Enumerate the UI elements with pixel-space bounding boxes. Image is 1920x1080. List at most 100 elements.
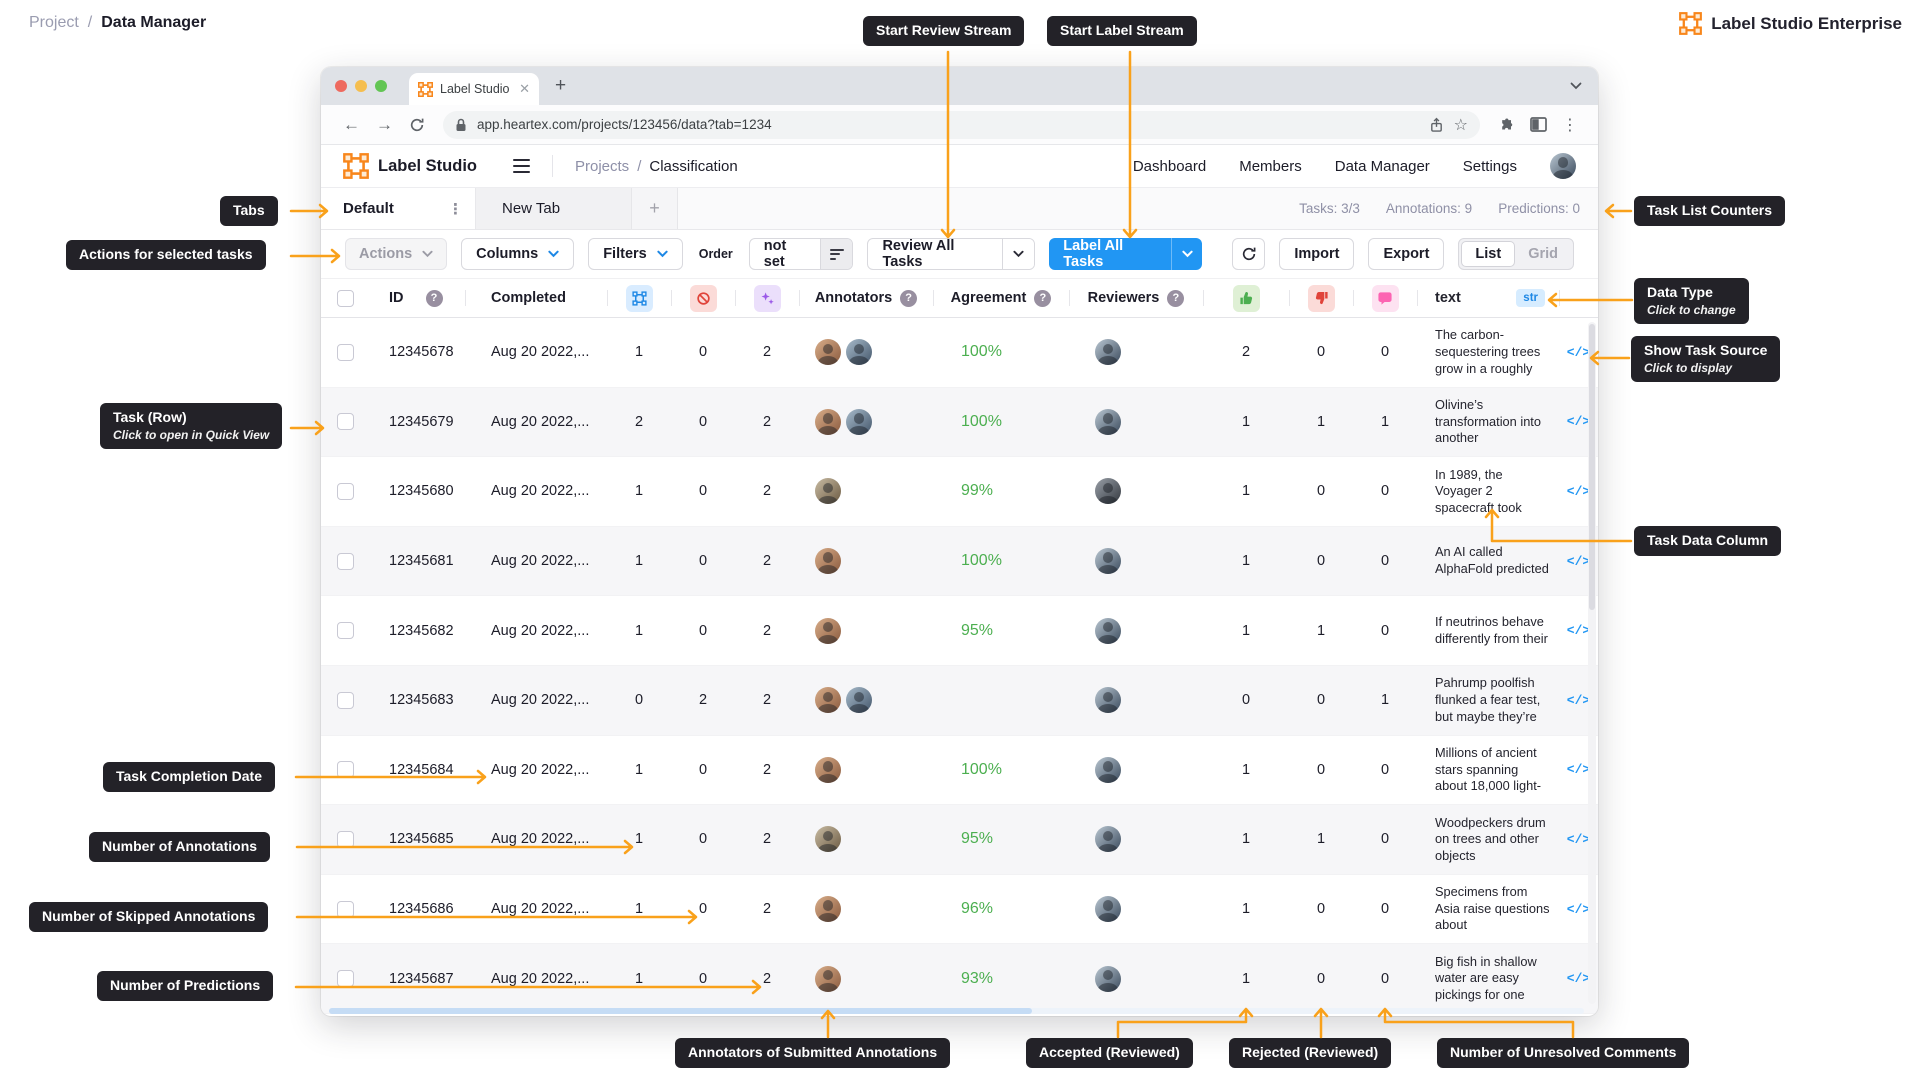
- table-row[interactable]: 12345680 Aug 20 2022,... 1 0 2 99% 1 0 0…: [321, 457, 1598, 527]
- side-panel-icon[interactable]: [1530, 117, 1547, 132]
- label-all-tasks-button[interactable]: Label All Tasks: [1049, 238, 1171, 270]
- avatar[interactable]: [1095, 966, 1121, 992]
- nav-data-manager[interactable]: Data Manager: [1335, 158, 1430, 175]
- label-options-chevron[interactable]: [1171, 238, 1202, 270]
- avatar[interactable]: [815, 618, 841, 644]
- list-view-button[interactable]: List: [1461, 241, 1515, 267]
- task-source-icon[interactable]: </>: [1567, 345, 1590, 360]
- col-agreement[interactable]: Agreement: [951, 290, 1027, 306]
- forward-icon[interactable]: →: [376, 115, 393, 135]
- order-value[interactable]: not set: [750, 239, 820, 269]
- extensions-icon[interactable]: [1498, 116, 1515, 133]
- minimize-window-icon[interactable]: [355, 80, 367, 92]
- row-checkbox[interactable]: [337, 831, 354, 848]
- task-source-icon[interactable]: </>: [1567, 554, 1590, 569]
- col-text[interactable]: text: [1435, 289, 1461, 308]
- data-type-badge[interactable]: str: [1516, 289, 1545, 308]
- table-row[interactable]: 12345681 Aug 20 2022,... 1 0 2 100% 1 0 …: [321, 527, 1598, 597]
- rejected-column-icon[interactable]: [1308, 285, 1335, 312]
- back-icon[interactable]: ←: [343, 115, 360, 135]
- sort-direction-button[interactable]: [820, 239, 852, 269]
- nav-members[interactable]: Members: [1239, 158, 1302, 175]
- row-checkbox[interactable]: [337, 553, 354, 570]
- avatar[interactable]: [1095, 618, 1121, 644]
- row-checkbox[interactable]: [337, 413, 354, 430]
- avatar[interactable]: [1095, 687, 1121, 713]
- grid-view-button[interactable]: Grid: [1515, 246, 1571, 262]
- avatar[interactable]: [815, 409, 841, 435]
- row-checkbox[interactable]: [337, 344, 354, 361]
- task-source-icon[interactable]: </>: [1567, 902, 1590, 917]
- avatar[interactable]: [1095, 548, 1121, 574]
- col-completed[interactable]: Completed: [491, 290, 566, 306]
- select-all-checkbox[interactable]: [337, 290, 354, 307]
- table-row[interactable]: 12345682 Aug 20 2022,... 1 0 2 95% 1 1 0…: [321, 596, 1598, 666]
- table-row[interactable]: 12345686 Aug 20 2022,... 1 0 2 96% 1 0 0…: [321, 875, 1598, 945]
- task-source-icon[interactable]: </>: [1567, 623, 1590, 638]
- table-row[interactable]: 12345684 Aug 20 2022,... 1 0 2 100% 1 0 …: [321, 736, 1598, 806]
- predictions-column-icon[interactable]: [754, 285, 781, 312]
- import-button[interactable]: Import: [1279, 238, 1354, 270]
- avatar[interactable]: [815, 896, 841, 922]
- col-reviewers[interactable]: Reviewers: [1088, 290, 1160, 306]
- add-tab-button[interactable]: +: [632, 188, 678, 229]
- col-id[interactable]: ID: [389, 290, 404, 306]
- share-icon[interactable]: [1429, 117, 1444, 133]
- reload-icon[interactable]: [409, 117, 425, 133]
- row-checkbox[interactable]: [337, 622, 354, 639]
- breadcrumb-parent[interactable]: Project: [29, 14, 79, 32]
- new-tab-icon[interactable]: +: [555, 75, 566, 97]
- avatar[interactable]: [815, 687, 841, 713]
- task-source-icon[interactable]: </>: [1567, 484, 1590, 499]
- window-controls[interactable]: [335, 80, 387, 92]
- bookmark-star-icon[interactable]: ☆: [1454, 115, 1468, 135]
- help-icon[interactable]: ?: [1034, 290, 1051, 307]
- filters-button[interactable]: Filters: [588, 238, 683, 270]
- avatar[interactable]: [1095, 409, 1121, 435]
- export-button[interactable]: Export: [1368, 238, 1444, 270]
- table-row[interactable]: 12345679 Aug 20 2022,... 2 0 2 100% 1 1 …: [321, 388, 1598, 458]
- row-checkbox[interactable]: [337, 692, 354, 709]
- columns-button[interactable]: Columns: [461, 238, 574, 270]
- horizontal-scrollbar[interactable]: [329, 1008, 1584, 1014]
- hamburger-menu-icon[interactable]: [513, 159, 530, 173]
- close-tab-icon[interactable]: ✕: [519, 81, 530, 97]
- accepted-column-icon[interactable]: [1233, 285, 1260, 312]
- row-checkbox[interactable]: [337, 483, 354, 500]
- tab-new-tab[interactable]: New Tab: [476, 188, 632, 229]
- avatar[interactable]: [846, 339, 872, 365]
- row-checkbox[interactable]: [337, 761, 354, 778]
- review-all-tasks-button[interactable]: Review All Tasks: [868, 239, 1001, 269]
- browser-menu-icon[interactable]: ⋮: [1562, 115, 1578, 135]
- table-row[interactable]: 12345685 Aug 20 2022,... 1 0 2 95% 1 1 0…: [321, 805, 1598, 875]
- tab-options-icon[interactable]: ⋮: [448, 200, 463, 218]
- vertical-scrollbar[interactable]: [1588, 322, 1596, 1004]
- browser-tab[interactable]: Label Studio ✕: [409, 73, 539, 105]
- tabstrip-chevron-icon[interactable]: [1570, 82, 1582, 90]
- close-window-icon[interactable]: [335, 80, 347, 92]
- tab-default[interactable]: Default ⋮: [321, 188, 476, 229]
- nav-settings[interactable]: Settings: [1463, 158, 1517, 175]
- table-row[interactable]: 12345678 Aug 20 2022,... 1 0 2 100% 2 0 …: [321, 318, 1598, 388]
- maximize-window-icon[interactable]: [375, 80, 387, 92]
- breadcrumb-projects[interactable]: Projects: [575, 158, 629, 175]
- avatar[interactable]: [815, 548, 841, 574]
- comments-column-icon[interactable]: [1372, 285, 1399, 312]
- avatar[interactable]: [846, 409, 872, 435]
- skipped-column-icon[interactable]: [690, 285, 717, 312]
- task-source-icon[interactable]: </>: [1567, 414, 1590, 429]
- avatar[interactable]: [815, 826, 841, 852]
- col-annotators[interactable]: Annotators: [815, 290, 892, 306]
- task-source-icon[interactable]: </>: [1567, 762, 1590, 777]
- avatar[interactable]: [1095, 478, 1121, 504]
- avatar[interactable]: [1095, 826, 1121, 852]
- review-options-chevron[interactable]: [1002, 239, 1035, 269]
- help-icon[interactable]: ?: [426, 290, 443, 307]
- row-checkbox[interactable]: [337, 901, 354, 918]
- avatar[interactable]: [846, 687, 872, 713]
- table-row[interactable]: 12345687 Aug 20 2022,... 1 0 2 93% 1 0 0…: [321, 944, 1598, 1014]
- avatar[interactable]: [815, 339, 841, 365]
- avatar[interactable]: [815, 478, 841, 504]
- avatar[interactable]: [1095, 339, 1121, 365]
- app-logo-text[interactable]: Label Studio: [378, 157, 477, 176]
